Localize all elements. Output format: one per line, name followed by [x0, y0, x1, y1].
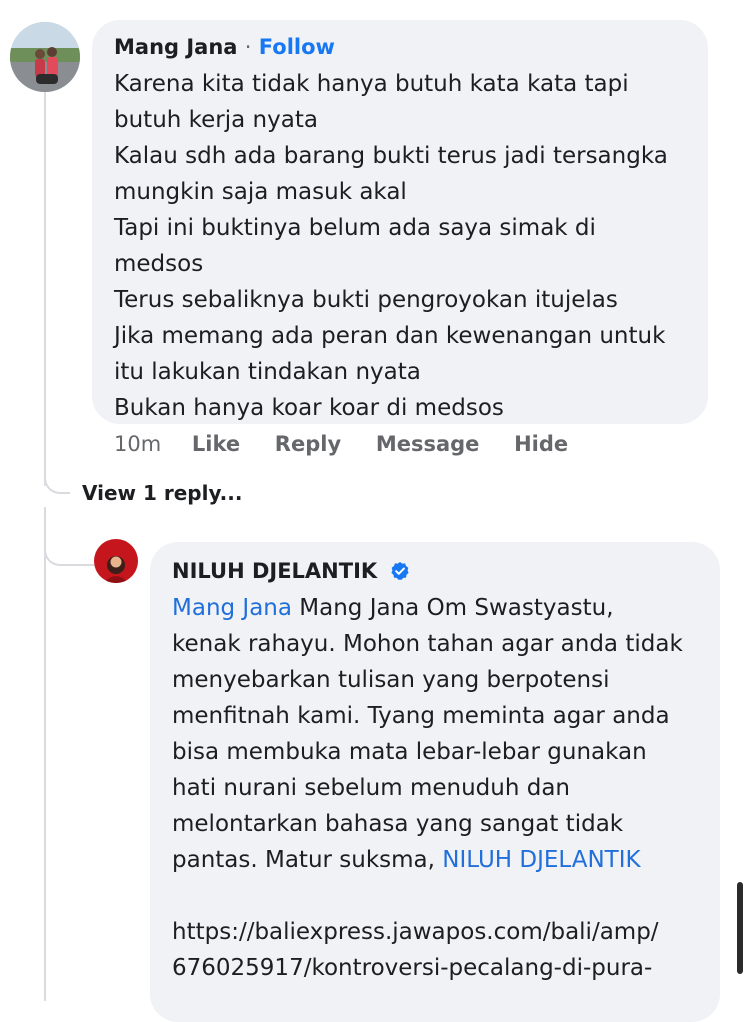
hide-button[interactable]: Hide: [514, 432, 568, 456]
comment-line: mungkin saja masuk akal: [114, 179, 407, 205]
reply-line: bisa membuka mata lebar-lebar gunakan: [172, 739, 647, 765]
thread-line: [44, 88, 46, 486]
comment-line: Bukan hanya koar koar di medsos: [114, 395, 504, 421]
comment-author[interactable]: Mang Jana: [114, 35, 237, 59]
comment-line: Tapi ini buktinya belum ada saya simak d…: [114, 215, 596, 241]
thread-connector-reply: [44, 530, 94, 566]
follow-button[interactable]: Follow: [259, 35, 335, 59]
url-link[interactable]: 676025917/kontroversi-pecalang-di-pura-: [172, 950, 698, 986]
url-link[interactable]: https://baliexpress.jawapos.com/bali/amp…: [172, 914, 698, 950]
view-replies-link[interactable]: View 1 reply...: [82, 481, 242, 505]
comment-line: Karena kita tidak hanya butuh kata kata …: [114, 71, 629, 97]
reply-line: kenak rahayu. Mohon tahan agar anda tida…: [172, 631, 683, 657]
avatar-mang-jana[interactable]: [10, 22, 80, 92]
comment-line: medsos: [114, 251, 204, 277]
thread-connector: [44, 458, 70, 494]
comment-line: butuh kerja nyata: [114, 107, 318, 133]
reply-header: NILUH DJELANTIK: [172, 558, 698, 584]
reply-text: Mang Jana Mang Jana Om Swastyastu, kenak…: [172, 590, 698, 986]
mention-link[interactable]: NILUH DJELANTIK: [442, 847, 640, 873]
reply-button[interactable]: Reply: [275, 432, 341, 456]
comment-line: Terus sebaliknya bukti pengroyokan ituje…: [114, 287, 618, 313]
reply-author[interactable]: NILUH DJELANTIK: [172, 559, 377, 583]
scrollbar[interactable]: [737, 882, 743, 974]
reply-bubble: NILUH DJELANTIK Mang Jana Mang Jana Om S…: [150, 542, 720, 1022]
comment-text: Karena kita tidak hanya butuh kata kata …: [114, 66, 686, 426]
reply-line: menfitnah kami. Tyang meminta agar anda: [172, 703, 670, 729]
message-button[interactable]: Message: [376, 432, 480, 456]
comment-actions: 10m Like Reply Message Hide: [114, 432, 596, 456]
reply-line: menyebarkan tulisan yang berpotensi: [172, 667, 610, 693]
comment-line: Kalau sdh ada barang bukti terus jadi te…: [114, 143, 668, 169]
avatar-niluh-djelantik[interactable]: [94, 539, 138, 583]
verified-badge-icon: [391, 562, 410, 580]
reply-line-text: pantas. Matur suksma,: [172, 847, 443, 873]
comment-line: itu lakukan tindakan nyata: [114, 359, 421, 385]
reply-line: pantas. Matur suksma, NILUH DJELANTIK: [172, 842, 698, 878]
reply-line-text: Mang Jana Om Swastyastu,: [291, 595, 614, 621]
comment-timestamp: 10m: [114, 432, 162, 456]
mention-link[interactable]: Mang Jana: [172, 595, 292, 621]
reply-line: Mang Jana Mang Jana Om Swastyastu,: [172, 590, 698, 626]
comment-line: Jika memang ada peran dan kewenangan unt…: [114, 323, 666, 349]
reply-line: hati nurani sebelum menuduh dan: [172, 775, 570, 801]
separator-dot: ·: [244, 35, 252, 59]
like-button[interactable]: Like: [192, 432, 240, 456]
thread-line-reply: [44, 507, 46, 1001]
comment-header: Mang Jana · Follow: [114, 34, 686, 60]
comment-bubble: Mang Jana · Follow Karena kita tidak han…: [92, 20, 708, 424]
reply-line: melontarkan bahasa yang sangat tidak: [172, 811, 624, 837]
